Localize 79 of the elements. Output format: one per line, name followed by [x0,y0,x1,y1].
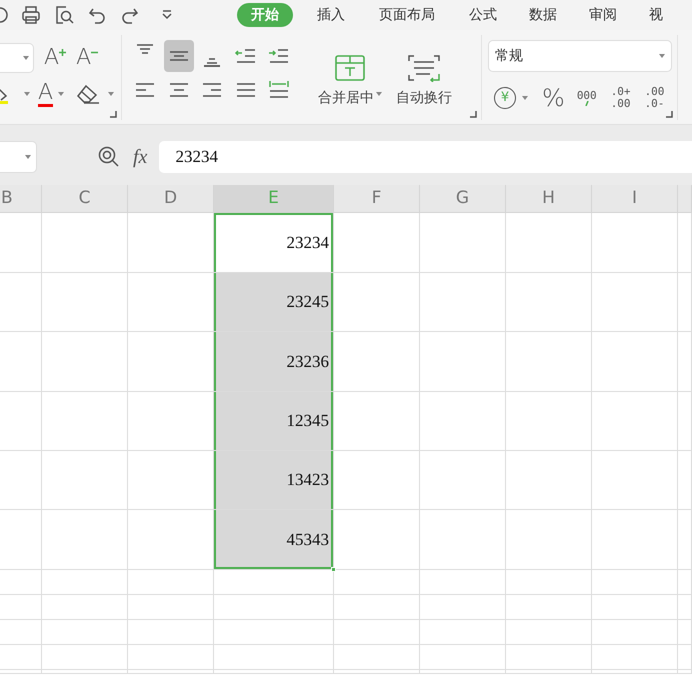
table-cell [0,332,42,392]
wrap-text-button[interactable]: 自动换行 [396,42,452,120]
table-cell: 23234 [214,213,334,273]
table-cell [678,451,692,510]
table-cell [0,510,42,570]
caret-icon[interactable] [108,92,114,96]
decrease-decimal-button[interactable]: .00 .0- [644,86,664,110]
font-shrink-button[interactable]: A [76,47,98,69]
align-top-icon [136,44,154,54]
formula-input[interactable]: 23234 [159,141,692,173]
table-cell [0,451,42,510]
dropdown-icon[interactable] [161,9,173,21]
comma-icon [584,101,589,106]
redo-icon[interactable] [120,6,139,24]
zoom-icon[interactable] [97,145,121,169]
eraser-icon[interactable] [76,84,100,104]
table-cell [678,510,692,570]
ribbon-tab[interactable]: 公式 [459,3,507,27]
table-cell [678,332,692,392]
table-cell [678,273,692,332]
ribbon-tab[interactable]: 数据 [519,3,567,27]
caret-icon [659,54,665,58]
ribbon-tab[interactable]: 页面布局 [369,3,445,27]
caret-icon [23,56,29,60]
print-icon[interactable] [21,5,41,25]
percent-button[interactable]: % [542,80,565,116]
column-header: H [506,185,592,213]
table-cell: 13423 [214,451,334,510]
thousands-button[interactable]: 000 [576,90,597,106]
column-header: F [334,185,420,213]
column-header: G [420,185,506,213]
font-size-field[interactable] [0,43,34,73]
dialog-launcher-icon[interactable] [666,111,673,118]
fx-label[interactable]: fx [133,142,148,172]
ribbon-tab[interactable]: 插入 [307,3,355,27]
caret-icon [376,92,382,96]
dialog-launcher-icon[interactable] [470,111,477,118]
merge-cells-icon [334,54,366,82]
column-header: E [214,185,334,213]
font-grow-button[interactable]: A [44,47,66,69]
table-cell [678,645,692,670]
ribbon-tab[interactable]: 审阅 [579,3,627,27]
fill-handle[interactable] [331,567,336,572]
table-cell: 12345 [214,392,334,451]
table-cell [678,392,692,451]
table-cell [0,570,42,595]
plus-icon [59,48,66,56]
table-cell [678,213,692,273]
column-header: C [42,185,128,213]
caret-icon [25,155,31,159]
align-bottom-icon [203,58,221,68]
undo-icon[interactable] [88,6,107,24]
table-cell [0,273,42,332]
ribbon-tab[interactable]: 视 [639,3,673,27]
table-cell [0,620,42,645]
column-header: D [128,185,214,213]
number-format-dropdown[interactable]: 常规 [488,40,672,72]
table-cell [0,645,42,670]
caret-icon [522,96,528,100]
table-cell [0,595,42,620]
caret-icon [58,92,64,96]
table-cell [0,392,42,451]
print-preview-icon[interactable] [54,5,74,25]
table-cell: 23245 [214,273,334,332]
increase-decimal-button[interactable]: .0+ .00 [610,86,631,110]
table-cell [678,570,692,595]
table-cell [678,595,692,620]
dialog-launcher-icon[interactable] [110,111,117,118]
table-cell: 45343 [214,510,334,570]
table-cell: 23236 [214,332,334,392]
font-color-button[interactable]: A [38,82,64,106]
wrap-text-icon [407,54,441,82]
table-cell [678,620,692,645]
merge-center-button[interactable]: 合并居中 [318,42,382,120]
column-header: B [0,185,42,213]
table-cell [0,213,42,273]
align-middle-button[interactable] [164,40,194,72]
column-header: I [592,185,678,213]
caret-icon[interactable] [24,92,30,96]
